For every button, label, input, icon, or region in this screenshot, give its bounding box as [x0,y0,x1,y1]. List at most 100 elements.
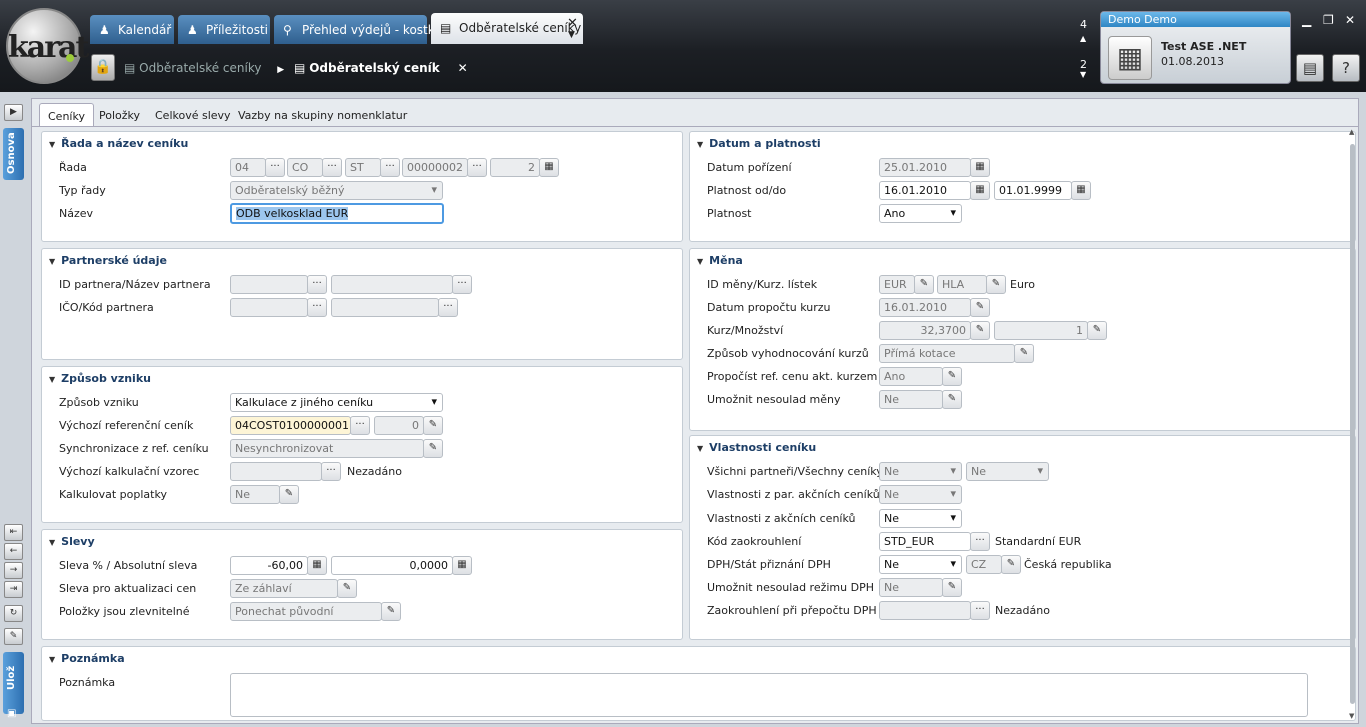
ellipsis-icon[interactable]: ··· [467,158,487,177]
stat-dph-input[interactable]: CZ [966,555,1002,574]
nesoulad-meny-input[interactable]: Ne [879,390,943,409]
platnost-od-input[interactable]: 16.01.2010 [879,181,971,200]
help-icon[interactable]: ? [1332,54,1360,82]
sleva-pct-input[interactable]: -60,00 [230,556,308,575]
pencil-icon[interactable]: ✎ [1087,321,1107,340]
poznamka-textarea[interactable] [230,673,1308,717]
kurz-listek-input[interactable]: HLA [937,275,987,294]
pencil-icon[interactable]: ✎ [970,298,990,317]
tab-polozky[interactable]: Položky [91,103,148,127]
ellipsis-icon[interactable]: ··· [265,158,285,177]
ellipsis-icon[interactable]: ··· [438,298,458,317]
ellipsis-icon[interactable]: ··· [970,601,990,620]
ellipsis-icon[interactable]: ··· [307,298,327,317]
nazev-partnera-input[interactable] [331,275,453,294]
sync-input[interactable]: Nesynchronizovat [230,439,424,458]
calculator-icon[interactable]: ▦ [539,158,559,177]
ellipsis-icon[interactable]: ··· [380,158,400,177]
tab-ceniky[interactable]: Ceníky [39,103,94,127]
typ-rady-select[interactable]: Odběratelský běžný [230,181,443,200]
poplatky-input[interactable]: Ne [230,485,280,504]
pencil-icon[interactable]: ✎ [942,578,962,597]
save-button[interactable]: Ulož ▣ [3,652,24,719]
panel-title[interactable]: Datum a platnosti [697,137,820,150]
ellipsis-icon[interactable]: ··· [350,416,370,435]
rada-number[interactable]: 2 [490,158,540,177]
next-record-icon[interactable]: → [4,562,23,579]
scrollbar[interactable]: ▲ ▼ [1349,128,1356,720]
panel-title[interactable]: Partnerské údaje [49,254,167,267]
propocist-input[interactable]: Ano [879,367,943,386]
id-meny-input[interactable]: EUR [879,275,915,294]
pencil-icon[interactable]: ✎ [1001,555,1021,574]
panel-title[interactable]: Poznámka [49,652,124,665]
rada-field-1[interactable]: 04 [230,158,266,177]
ref-cenik-input[interactable]: 04COST0100000001 [230,416,351,435]
ellipsis-icon[interactable]: ··· [452,275,472,294]
kod-partnera-input[interactable] [331,298,439,317]
tab-odberatelske-ceniky[interactable]: ▤ Odběratelské ceníky [431,13,583,44]
calendar-icon[interactable]: ▦ [970,181,990,200]
kurz-input[interactable]: 32,3700 [879,321,971,340]
tab-prilezitosti[interactable]: ♟ Příležitosti [178,15,270,44]
calendar-icon[interactable]: ▦ [1071,181,1091,200]
pencil-icon[interactable]: ✎ [381,602,401,621]
pencil-icon[interactable]: ✎ [942,390,962,409]
panel-title[interactable]: Způsob vzniku [49,372,151,385]
vzorec-input[interactable] [230,462,322,481]
calendar-icon[interactable]: ▦ [970,158,990,177]
ellipsis-icon[interactable]: ··· [970,532,990,551]
counter-top[interactable]: 4 ▲ [1080,18,1087,44]
ico-input[interactable] [230,298,308,317]
panel-title[interactable]: Měna [697,254,743,267]
tab-menu-icon[interactable]: ▼ [568,30,575,40]
ellipsis-icon[interactable]: ··· [321,462,341,481]
breadcrumb-parent[interactable]: Odběratelské ceníky [139,61,261,75]
osnova-tab[interactable]: Osnova [3,128,24,180]
tab-close-icon[interactable]: ✕ [567,16,578,31]
pencil-icon[interactable]: ✎ [423,439,443,458]
ellipsis-icon[interactable]: ··· [322,158,342,177]
edit-icon[interactable]: ✎ [4,628,23,645]
pencil-icon[interactable]: ✎ [279,485,299,504]
nazev-input[interactable]: ODB velkosklad EUR [230,203,444,224]
panel-title[interactable]: Řada a název ceníku [49,137,188,150]
last-record-icon[interactable]: ⇥ [4,581,23,598]
pencil-icon[interactable]: ✎ [337,579,357,598]
ellipsis-icon[interactable]: ··· [307,275,327,294]
close-window-icon[interactable]: ✕ [1345,13,1355,27]
restore-icon[interactable]: ❐ [1323,13,1334,27]
sleva-akt-input[interactable]: Ze záhlaví [230,579,338,598]
rada-field-4[interactable]: 00000002 [402,158,468,177]
pencil-icon[interactable]: ✎ [423,416,443,435]
minimize-icon[interactable]: ▁ [1302,13,1311,27]
vyhodnoceni-input[interactable]: Přímá kotace [879,344,1015,363]
calculator-icon[interactable]: ▦ [307,556,327,575]
ref-cenik-number[interactable]: 0 [374,416,424,435]
counter-bottom[interactable]: 2 ▼ [1080,58,1087,84]
nesoulad-dph-input[interactable]: Ne [879,578,943,597]
pencil-icon[interactable]: ✎ [1014,344,1034,363]
play-icon[interactable]: ▶ [4,104,23,121]
zlevnitelne-input[interactable]: Ponechat původní [230,602,382,621]
vsechny-ceniky-select[interactable]: Ne [966,462,1049,481]
kod-zaokrouhleni-input[interactable]: STD_EUR [879,532,971,551]
lock-icon[interactable]: 🔒 [91,54,115,81]
rada-field-2[interactable]: CO [287,158,323,177]
par-akcni-select[interactable]: Ne [879,485,962,504]
refresh-icon[interactable]: ↻ [4,605,23,622]
panel-title[interactable]: Vlastnosti ceníku [697,441,816,454]
calculator-icon[interactable]: ▤ [1296,54,1324,82]
tab-kalendar[interactable]: ♟ Kalendář [90,15,174,44]
rada-field-3[interactable]: ST [345,158,381,177]
zaokrouhleni-dph-input[interactable] [879,601,971,620]
datum-propoctu-input[interactable]: 16.01.2010 [879,298,971,317]
tab-celkove-slevy[interactable]: Celkové slevy [147,103,239,127]
zpusob-vzniku-select[interactable]: Kalkulace z jiného ceníku [230,393,443,412]
vsichni-partneri-select[interactable]: Ne [879,462,962,481]
pencil-icon[interactable]: ✎ [986,275,1006,294]
pencil-icon[interactable]: ✎ [942,367,962,386]
sleva-abs-input[interactable]: 0,0000 [331,556,453,575]
platnost-select[interactable]: Ano [879,204,962,223]
close-icon[interactable]: ✕ [458,61,468,75]
